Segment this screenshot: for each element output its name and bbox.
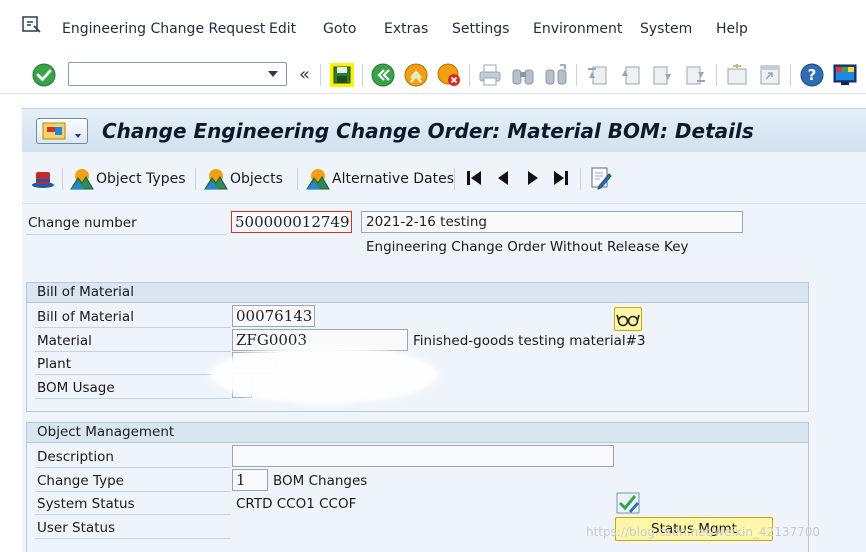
find-icon[interactable] bbox=[510, 62, 536, 88]
mountain-icon bbox=[306, 169, 330, 190]
group-title: Bill of Material bbox=[27, 283, 808, 303]
object-types-button[interactable]: Object Types bbox=[70, 165, 186, 193]
sap-menu-icon[interactable] bbox=[22, 16, 42, 34]
edit-pencil-icon[interactable] bbox=[589, 166, 613, 190]
material-label: Material bbox=[37, 333, 92, 349]
svg-text:?: ? bbox=[808, 66, 817, 84]
alternative-dates-button[interactable]: Alternative Dates bbox=[306, 165, 454, 193]
change-description-field[interactable]: 2021-2-16 testing bbox=[361, 211, 743, 233]
enter-check-icon[interactable] bbox=[31, 62, 57, 88]
menu-system[interactable]: System bbox=[640, 21, 692, 37]
alternative-dates-label: Alternative Dates bbox=[332, 171, 455, 187]
description-label: Description bbox=[37, 449, 114, 465]
menu-bar: Engineering Change Request Edit Goto Ext… bbox=[0, 0, 866, 54]
label-underline bbox=[35, 374, 231, 375]
objects-button[interactable]: Objects bbox=[204, 165, 283, 193]
system-status-value: CRTD CCO1 CCOF bbox=[236, 496, 357, 512]
standard-toolbar: « ? bbox=[0, 54, 866, 94]
first-page-icon[interactable] bbox=[584, 62, 610, 88]
change-type-label: Change Type bbox=[37, 473, 124, 489]
history-back-icon[interactable]: « bbox=[299, 64, 310, 85]
label-underline bbox=[35, 491, 231, 492]
menu-goto[interactable]: Goto bbox=[323, 21, 356, 37]
save-icon[interactable] bbox=[329, 62, 355, 88]
toolbar-separator bbox=[320, 64, 321, 86]
mountain-icon bbox=[204, 169, 228, 190]
customize-layout-icon[interactable] bbox=[832, 62, 858, 88]
toolbar-separator bbox=[195, 168, 196, 190]
watermark: https://blog.csdn.net/weixin_42137700 bbox=[586, 525, 821, 539]
label-underline bbox=[26, 234, 226, 235]
cancel-icon[interactable] bbox=[436, 62, 462, 88]
bom-usage-label: BOM Usage bbox=[37, 380, 115, 396]
page-title: Change Engineering Change Order: Materia… bbox=[102, 119, 754, 143]
group-title: Object Management bbox=[27, 423, 808, 443]
material-description: Finished-goods testing material#3 bbox=[413, 333, 646, 349]
last-record-icon[interactable] bbox=[552, 169, 570, 187]
change-type-desc: BOM Changes bbox=[273, 473, 368, 489]
next-page-icon[interactable] bbox=[650, 62, 676, 88]
toolbar-separator bbox=[580, 168, 581, 190]
label-underline bbox=[35, 327, 231, 328]
toolbar-separator bbox=[454, 168, 455, 190]
previous-record-icon[interactable] bbox=[494, 169, 512, 187]
menu-extras[interactable]: Extras bbox=[384, 21, 428, 37]
mountain-icon bbox=[70, 169, 94, 190]
objects-label: Objects bbox=[230, 171, 283, 187]
command-field[interactable] bbox=[68, 62, 287, 86]
first-record-icon[interactable] bbox=[465, 169, 483, 187]
generate-shortcut-icon[interactable] bbox=[757, 62, 783, 88]
next-record-icon[interactable] bbox=[524, 169, 542, 187]
display-glasses-button[interactable] bbox=[614, 307, 642, 331]
menu-help[interactable]: Help bbox=[716, 21, 748, 37]
back-icon[interactable] bbox=[370, 62, 396, 88]
toolbar-separator bbox=[469, 64, 470, 86]
command-input[interactable] bbox=[69, 63, 259, 85]
toolbar-separator bbox=[62, 168, 63, 190]
toolbar-separator bbox=[362, 64, 363, 86]
bom-field[interactable]: 00076143 bbox=[232, 305, 315, 327]
chevron-down-icon[interactable] bbox=[268, 71, 278, 77]
find-next-icon[interactable] bbox=[543, 62, 569, 88]
label-underline bbox=[35, 351, 231, 352]
label-underline bbox=[35, 467, 231, 468]
system-status-label: System Status bbox=[37, 496, 135, 512]
label-underline bbox=[35, 398, 231, 399]
previous-page-icon[interactable] bbox=[617, 62, 643, 88]
change-number-label: Change number bbox=[28, 215, 137, 231]
exit-icon[interactable] bbox=[403, 62, 429, 88]
create-session-icon[interactable] bbox=[724, 62, 750, 88]
menu-settings[interactable]: Settings bbox=[452, 21, 509, 37]
object-types-label: Object Types bbox=[96, 171, 186, 187]
help-icon[interactable]: ? bbox=[799, 62, 825, 88]
last-page-icon[interactable] bbox=[683, 62, 709, 88]
edit-check-icon[interactable] bbox=[615, 491, 641, 515]
bill-of-material-group: Bill of Material Bill of Material 000761… bbox=[26, 282, 809, 412]
menu-dropdown-icon[interactable] bbox=[36, 118, 88, 144]
bom-label: Bill of Material bbox=[37, 309, 134, 325]
change-number-field[interactable]: 500000012749 bbox=[231, 211, 352, 233]
glasses-icon bbox=[616, 314, 640, 327]
toolbar-separator bbox=[576, 64, 577, 86]
hat-icon[interactable] bbox=[30, 166, 56, 190]
title-bar: Change Engineering Change Order: Materia… bbox=[22, 108, 866, 152]
redaction-scribble bbox=[210, 346, 438, 404]
change-type-description: Engineering Change Order Without Release… bbox=[366, 239, 689, 255]
toolbar-separator bbox=[790, 64, 791, 86]
label-underline bbox=[35, 514, 231, 515]
application-toolbar: Object Types Objects Alternative Dates bbox=[22, 152, 866, 204]
main-content: Change number 500000012749 2021-2-16 tes… bbox=[22, 204, 866, 552]
change-type-field[interactable]: 1 bbox=[232, 469, 268, 491]
label-underline bbox=[35, 538, 231, 539]
description-field[interactable] bbox=[232, 445, 614, 467]
menu-engineering-change-request[interactable]: Engineering Change Request bbox=[62, 21, 265, 37]
menu-edit[interactable]: Edit bbox=[269, 21, 296, 37]
plant-label: Plant bbox=[37, 356, 72, 372]
user-status-label: User Status bbox=[37, 520, 116, 536]
menu-environment[interactable]: Environment bbox=[533, 21, 622, 37]
toolbar-separator bbox=[716, 64, 717, 86]
print-icon[interactable] bbox=[477, 62, 503, 88]
toolbar-separator bbox=[297, 168, 298, 190]
